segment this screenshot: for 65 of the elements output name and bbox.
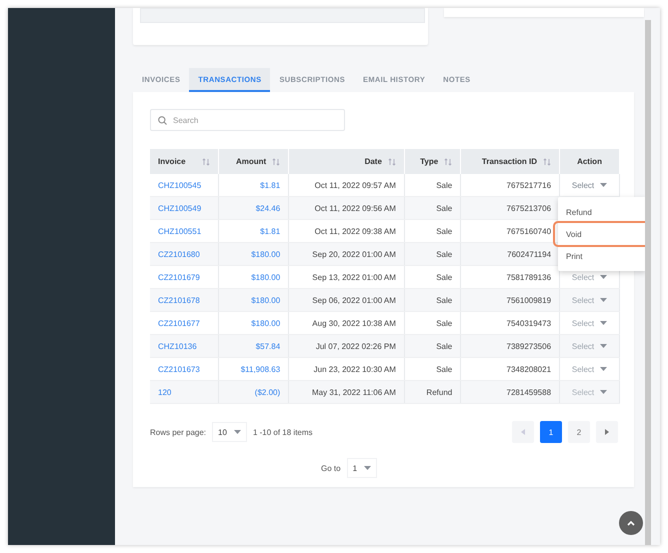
action-dropdown[interactable]: Select [572, 272, 608, 282]
transaction-id-cell: 7561009819 [460, 288, 560, 312]
chevron-up-icon [627, 520, 635, 526]
scroll-to-top-button[interactable] [619, 511, 643, 535]
action-dropdown[interactable]: Select [572, 318, 608, 328]
type-cell: Sale [404, 288, 461, 312]
type-cell: Sale [404, 242, 461, 266]
caret-icon [600, 298, 608, 302]
column-header[interactable]: Type [420, 157, 438, 166]
menu-item[interactable]: Refund [558, 201, 645, 223]
invoice-link[interactable]: CZ2101678 [150, 288, 218, 312]
go-to-label: Go to [320, 464, 341, 472]
sort-icon[interactable] [444, 158, 452, 166]
caret-icon [600, 183, 608, 187]
transaction-id-cell: 7602471194 [460, 242, 560, 266]
date-cell: Sep 06, 2022 01:00 AM [288, 288, 404, 312]
amount-cell: $180.00 [218, 288, 289, 312]
sort-icon[interactable] [272, 158, 280, 166]
invoice-link[interactable]: 120 [150, 380, 218, 404]
column-header[interactable]: Invoice [158, 157, 186, 166]
caret-icon [600, 275, 608, 279]
invoice-link[interactable]: CZ2101680 [150, 242, 218, 266]
date-cell: Oct 11, 2022 09:56 AM [288, 196, 404, 220]
invoice-link[interactable]: CHZ10136 [150, 334, 218, 358]
chevron-right-icon [605, 429, 609, 435]
caret-icon [600, 321, 608, 325]
date-cell: Jul 07, 2022 02:26 PM [288, 334, 404, 358]
search-field[interactable]: Search [150, 109, 345, 131]
amount-cell: $180.00 [218, 242, 289, 266]
date-cell: Sep 20, 2022 01:00 AM [288, 242, 404, 266]
rows-per-page-select[interactable]: 10 [212, 422, 247, 442]
type-cell: Refund [404, 380, 461, 404]
rows-per-page-label: Rows per page: [150, 428, 206, 436]
caret-icon [600, 344, 608, 348]
next-page-button[interactable] [596, 421, 618, 443]
action-dropdown[interactable]: Select [572, 364, 608, 374]
chevron-left-icon [521, 429, 525, 435]
go-to-page-select[interactable]: 1 [346, 458, 378, 478]
sort-icon[interactable] [388, 158, 396, 166]
sort-icon[interactable] [543, 158, 552, 166]
type-cell: Sale [404, 334, 461, 358]
sort-icon[interactable] [202, 158, 210, 166]
menu-item[interactable]: Print [558, 245, 645, 267]
amount-cell: $24.46 [218, 196, 289, 220]
caret-icon [600, 367, 608, 371]
type-cell: Sale [404, 196, 461, 220]
amount-cell: ($2.00) [218, 380, 289, 404]
caret-icon [364, 466, 372, 470]
page-button[interactable]: 2 [568, 421, 590, 443]
column-header[interactable]: Date [364, 157, 382, 166]
invoice-link[interactable]: CHZ100549 [150, 196, 218, 220]
column-header[interactable]: Action [577, 157, 602, 166]
transaction-id-cell: 7389273506 [460, 334, 560, 358]
item-range-text: 1 -10 of 18 items [252, 428, 313, 436]
amount-cell: $57.84 [218, 334, 289, 358]
caret-icon [600, 390, 608, 394]
previous-page-button[interactable] [512, 421, 534, 443]
page-button[interactable]: 1 [540, 421, 562, 443]
column-header[interactable]: Amount [236, 157, 266, 166]
action-dropdown[interactable]: Select [572, 180, 608, 190]
transaction-id-cell: 7675213706 [460, 196, 560, 220]
transaction-id-cell: 7281459588 [460, 380, 560, 404]
caret-icon [234, 430, 241, 434]
date-cell: May 31, 2022 11:06 AM [288, 380, 404, 404]
scrollbar[interactable] [645, 20, 651, 545]
